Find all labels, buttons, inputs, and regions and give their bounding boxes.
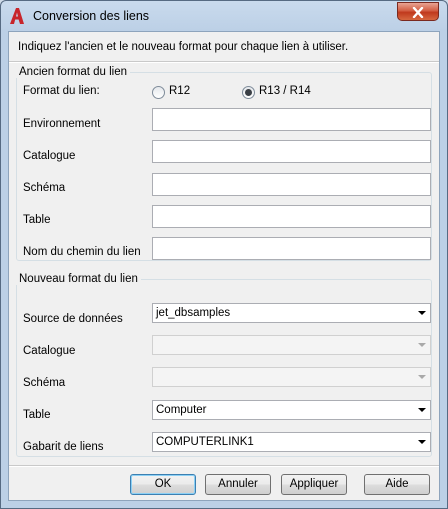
template-label: Gabarit de liens bbox=[23, 441, 104, 453]
new-catalog-combo bbox=[152, 335, 431, 355]
new-table-label: Table bbox=[23, 409, 51, 421]
window-title: Conversion des liens bbox=[33, 9, 150, 23]
link-path-label: Nom du chemin du lien bbox=[23, 246, 141, 258]
chevron-down-icon[interactable] bbox=[418, 440, 426, 444]
environment-label: Environnement bbox=[23, 118, 101, 130]
template-combo[interactable]: COMPUTERLINK1 bbox=[152, 432, 431, 452]
template-value: COMPUTERLINK1 bbox=[156, 436, 254, 448]
separator bbox=[9, 61, 439, 63]
dialog-window: Conversion des liens Indiquez l'ancien e… bbox=[0, 0, 448, 509]
radio-r12-label[interactable]: R12 bbox=[169, 85, 190, 97]
chevron-down-icon bbox=[418, 375, 426, 379]
close-button[interactable] bbox=[397, 2, 439, 21]
new-schema-label: Schéma bbox=[23, 377, 66, 389]
dialog-client-area: Indiquez l'ancien et le nouveau format p… bbox=[8, 31, 440, 501]
new-table-value: Computer bbox=[156, 404, 207, 416]
link-format-label: Format du lien: bbox=[23, 85, 100, 97]
old-table-input[interactable] bbox=[152, 205, 431, 228]
datasource-value: jet_dbsamples bbox=[156, 307, 231, 319]
new-format-group-title: Nouveau format du lien bbox=[16, 273, 141, 285]
close-icon bbox=[412, 7, 424, 18]
environment-input[interactable] bbox=[152, 108, 431, 131]
new-schema-combo bbox=[152, 367, 431, 387]
old-schema-label: Schéma bbox=[23, 182, 66, 194]
cancel-button[interactable]: Annuler bbox=[205, 474, 271, 495]
new-catalog-label: Catalogue bbox=[23, 345, 76, 357]
ok-button[interactable]: OK bbox=[130, 474, 196, 495]
instruction-text: Indiquez l'ancien et le nouveau format p… bbox=[18, 41, 349, 53]
datasource-combo[interactable]: jet_dbsamples bbox=[152, 303, 431, 323]
old-catalog-input[interactable] bbox=[152, 140, 431, 163]
link-path-input[interactable] bbox=[152, 237, 431, 260]
old-catalog-label: Catalogue bbox=[23, 150, 76, 162]
radio-r13-r14-label[interactable]: R13 / R14 bbox=[259, 85, 311, 97]
chevron-down-icon[interactable] bbox=[418, 311, 426, 315]
apply-button[interactable]: Appliquer bbox=[281, 474, 347, 495]
help-button[interactable]: Aide bbox=[364, 474, 430, 495]
separator bbox=[9, 465, 439, 467]
chevron-down-icon bbox=[418, 343, 426, 347]
title-bar[interactable]: Conversion des liens bbox=[1, 1, 447, 31]
datasource-label: Source de données bbox=[23, 313, 123, 325]
old-table-label: Table bbox=[23, 214, 51, 226]
radio-r12[interactable] bbox=[152, 86, 165, 99]
radio-r13-r14[interactable] bbox=[242, 86, 255, 99]
new-table-combo[interactable]: Computer bbox=[152, 400, 431, 420]
autocad-app-icon bbox=[10, 8, 24, 24]
chevron-down-icon[interactable] bbox=[418, 408, 426, 412]
old-schema-input[interactable] bbox=[152, 173, 431, 196]
old-format-group bbox=[16, 72, 432, 261]
radio-selected-dot bbox=[245, 89, 252, 96]
old-format-group-title: Ancien format du lien bbox=[16, 66, 131, 78]
